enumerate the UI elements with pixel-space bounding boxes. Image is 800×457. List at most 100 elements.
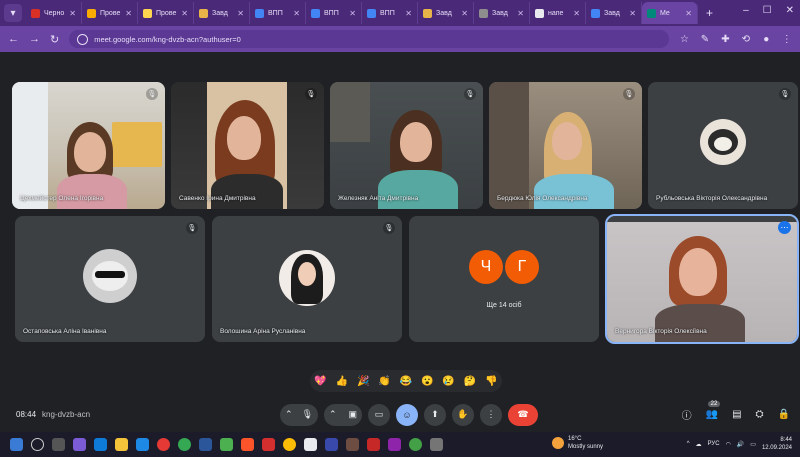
app-icon[interactable] (178, 438, 191, 451)
taskbar-clock[interactable]: 8:44 12.09.2024 (762, 436, 792, 452)
app-icon[interactable] (430, 438, 443, 451)
cloud-icon[interactable]: ☁ (696, 441, 702, 448)
browser-tab[interactable]: Черно ✕ (26, 2, 82, 24)
tab-close-icon[interactable]: ✕ (293, 9, 300, 18)
edge-icon[interactable] (94, 438, 107, 451)
app-icon[interactable] (220, 438, 233, 451)
chrome-icon[interactable] (283, 438, 296, 451)
reaction-laugh-button[interactable]: 😂 (397, 373, 414, 390)
app-icon[interactable] (409, 438, 422, 451)
task-view-icon[interactable] (52, 438, 65, 451)
browser-tab[interactable]: Прове ✕ (138, 2, 194, 24)
tab-close-icon[interactable]: ✕ (517, 9, 524, 18)
app-icon[interactable] (325, 438, 338, 451)
tab-close-icon[interactable]: ✕ (69, 9, 76, 18)
opera-icon[interactable] (157, 438, 170, 451)
tab-close-icon[interactable]: ✕ (237, 9, 244, 18)
participant-tile[interactable]: 🎙 Остаповська Аліна Іванівна (15, 216, 205, 342)
tab-close-icon[interactable]: ✕ (181, 9, 188, 18)
language-indicator[interactable]: РУС (708, 441, 720, 447)
maximize-icon[interactable]: ☐ (763, 5, 772, 16)
tab-close-icon[interactable]: ✕ (125, 9, 132, 18)
profile-icon[interactable]: ● (761, 34, 771, 45)
site-info-icon[interactable] (77, 33, 89, 45)
participant-tile[interactable]: 🎙 Бердюка Юлія Олександрівна (489, 82, 642, 209)
tab-close-icon[interactable]: ✕ (629, 9, 636, 18)
url-field[interactable]: meet.google.com/kng-dvzb-acn?authuser=0 (69, 30, 670, 48)
store-icon[interactable] (136, 438, 149, 451)
camera-button[interactable]: ⌃ ▣ (324, 403, 362, 426)
microphone-button[interactable]: ⌃ 🎙 (280, 403, 318, 426)
bookmark-star-icon[interactable]: ☆ (679, 34, 689, 45)
reload-icon[interactable]: ↻ (50, 33, 59, 46)
tab-close-icon[interactable]: ✕ (405, 9, 412, 18)
file-explorer-icon[interactable] (115, 438, 128, 451)
chat-icon[interactable]: ▤ (732, 409, 741, 420)
browser-tab[interactable]: ВПП ✕ (362, 2, 418, 24)
tab-close-icon[interactable]: ✕ (349, 9, 356, 18)
minimize-icon[interactable]: – (743, 5, 749, 16)
browser-tab[interactable]: Завд ✕ (586, 2, 642, 24)
wifi-icon[interactable]: ◠ (726, 441, 731, 448)
participant-tile[interactable]: 🎙 Савенко Ірина Дмитрівна (171, 82, 324, 209)
participant-tile[interactable]: 🎙 Рубльовська Вікторія Олександрівна (648, 82, 798, 209)
more-options-button[interactable]: ⋮ (480, 403, 502, 426)
browser-menu-icon[interactable]: ⋮ (782, 34, 792, 45)
forward-icon[interactable]: → (29, 33, 40, 45)
tab-close-icon[interactable]: ✕ (461, 9, 468, 18)
battery-icon[interactable]: ▭ (750, 441, 756, 448)
participant-tile[interactable]: 🎙 Волошина Аріна Русланівна (212, 216, 402, 342)
leave-call-button[interactable]: ☎ (508, 403, 538, 426)
word-icon[interactable] (199, 438, 212, 451)
participant-tile[interactable]: 🎙 Цехмейстер Олена Ігорівна (12, 82, 165, 209)
tab-close-icon[interactable]: ✕ (573, 9, 580, 18)
back-icon[interactable]: ← (8, 33, 19, 45)
tab-search-icon[interactable]: ▾ (4, 4, 22, 22)
app-icon[interactable] (304, 438, 317, 451)
browser-tab[interactable]: Завд ✕ (474, 2, 530, 24)
powerpoint-icon[interactable] (367, 438, 380, 451)
tile-more-options-icon[interactable]: ⋯ (778, 221, 791, 234)
browser-tab[interactable]: ВПП ✕ (250, 2, 306, 24)
search-icon[interactable] (31, 438, 44, 451)
weather-widget[interactable]: 16°C Mostly sunny (552, 435, 603, 451)
participant-tile[interactable]: ⋯ Вернигора Вікторія Олексіївна (605, 214, 799, 344)
browser-tab[interactable]: Завд ✕ (418, 2, 474, 24)
host-controls-icon[interactable]: 🔒 (778, 409, 790, 420)
reaction-thinking-button[interactable]: 🤔 (461, 373, 478, 390)
reaction-clap-button[interactable]: 👏 (376, 373, 393, 390)
reaction-thumbs-up-button[interactable]: 👍 (333, 373, 350, 390)
tab-close-icon[interactable]: ✕ (685, 9, 692, 18)
reaction-surprised-button[interactable]: 😮 (419, 373, 436, 390)
present-screen-button[interactable]: ⬆ (424, 403, 446, 426)
browser-tab[interactable]: ВПП ✕ (306, 2, 362, 24)
app-icon[interactable] (346, 438, 359, 451)
extension-puzzle-icon[interactable]: ✚ (720, 34, 730, 45)
app-icon[interactable] (262, 438, 275, 451)
meeting-details-icon[interactable]: ⓘ (682, 407, 692, 422)
participant-tile[interactable]: 🎙 Железняк Аніта Дмитрівна (330, 82, 483, 209)
more-participants-tile[interactable]: Ч Г Ще 14 осіб (409, 216, 599, 342)
reactions-button[interactable]: ☺ (396, 403, 418, 426)
app-icon[interactable] (388, 438, 401, 451)
sync-icon[interactable]: ⟲ (741, 34, 751, 45)
captions-button[interactable]: ▭ (368, 403, 390, 426)
reaction-sad-button[interactable]: 😢 (440, 373, 457, 390)
close-window-icon[interactable]: ✕ (786, 5, 794, 16)
extension-pen-icon[interactable]: ✎ (700, 34, 710, 45)
browser-tab[interactable]: Завд ✕ (194, 2, 250, 24)
browser-tab[interactable]: напе ✕ (530, 2, 586, 24)
viber-icon[interactable] (73, 438, 86, 451)
brave-icon[interactable] (241, 438, 254, 451)
people-button[interactable]: 22 👥 (706, 401, 721, 420)
browser-tab[interactable]: Me ✕ (642, 2, 698, 24)
volume-icon[interactable]: 🔊 (737, 441, 744, 448)
reaction-party-button[interactable]: 🎉 (355, 373, 372, 390)
raise-hand-button[interactable]: ✋ (452, 403, 474, 426)
browser-tab[interactable]: Прове ✕ (82, 2, 138, 24)
reaction-thumbs-down-button[interactable]: 👎 (483, 373, 500, 390)
windows-start-icon[interactable] (10, 438, 23, 451)
activities-icon[interactable]: ⛭ (756, 409, 764, 420)
new-tab-icon[interactable]: + (706, 6, 713, 20)
reaction-heart-button[interactable]: 💖 (312, 373, 329, 390)
